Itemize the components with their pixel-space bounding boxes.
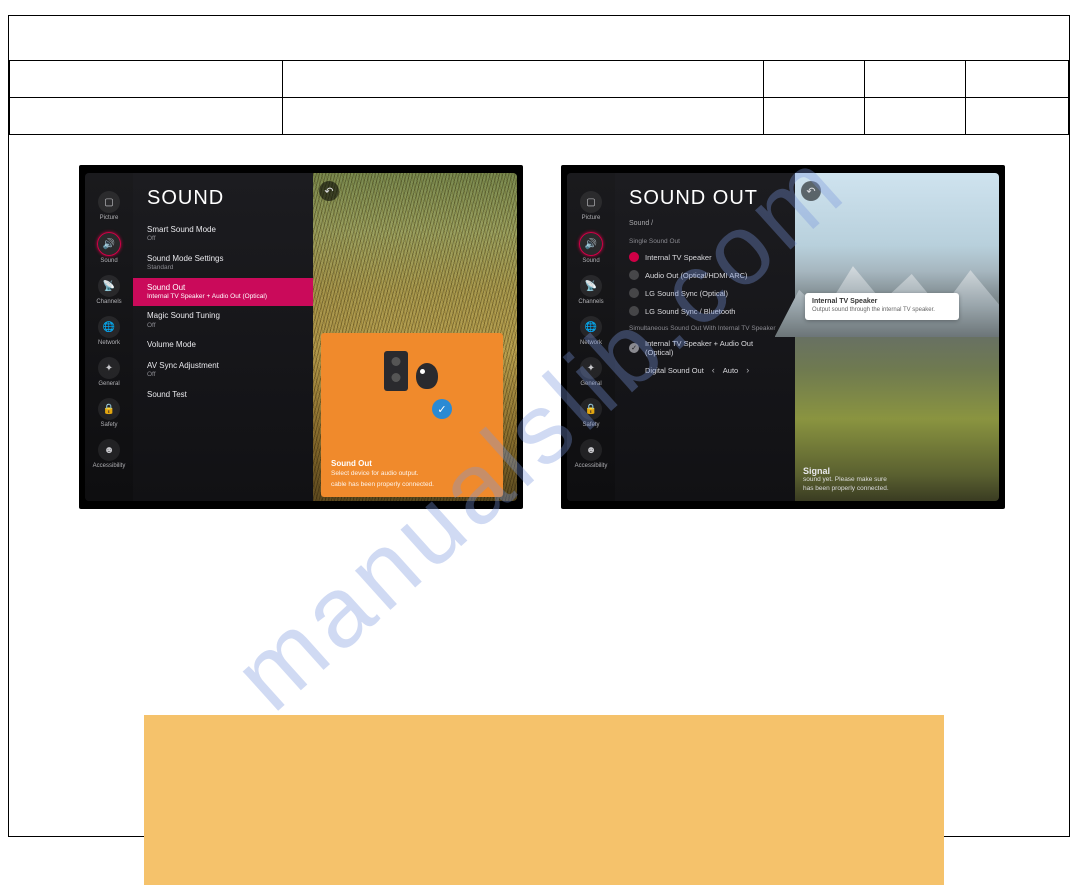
sidebar-item-general[interactable]: ✦General <box>580 357 602 387</box>
option-internal-speaker[interactable]: Internal TV Speaker <box>615 248 795 266</box>
accessibility-icon: ☻ <box>580 439 602 461</box>
section-header: Simultaneous Sound Out With Internal TV … <box>615 320 795 335</box>
screenshot-sound-out-menu: ▢Picture 🔊Sound 📡Channels 🌐Network ✦Gene… <box>561 165 1005 509</box>
menu-sound-test[interactable]: Sound Test <box>133 385 313 405</box>
sidebar-item-sound[interactable]: 🔊Sound <box>579 232 603 264</box>
section-header: Single Sound Out <box>615 233 795 248</box>
sound-menu: SOUND Smart Sound ModeOff Sound Mode Set… <box>133 173 313 501</box>
sidebar-item-safety[interactable]: 🔒Safety <box>98 398 120 428</box>
back-button[interactable]: ↶ <box>801 181 821 201</box>
option-lg-sound-sync-optical[interactable]: LG Sound Sync (Optical) <box>615 284 795 302</box>
sidebar-item-network[interactable]: 🌐Network <box>580 316 602 346</box>
radio-icon <box>629 306 639 316</box>
sidebar-item-picture[interactable]: ▢Picture <box>98 191 120 221</box>
network-icon: 🌐 <box>98 316 120 338</box>
sidebar-item-channels[interactable]: 📡Channels <box>578 275 603 305</box>
sidebar-item-accessibility[interactable]: ☻Accessibility <box>93 439 126 469</box>
radio-selected-icon <box>629 252 639 262</box>
tooltip-internal-speaker: Internal TV Speaker Output sound through… <box>805 293 959 320</box>
menu-sound-out[interactable]: Sound OutInternal TV Speaker + Audio Out… <box>133 278 313 307</box>
sidebar-item-accessibility[interactable]: ☻Accessibility <box>575 439 608 469</box>
sound-icon: 🔊 <box>97 232 121 256</box>
settings-sidebar: ▢Picture 🔊Sound 📡Channels 🌐Network ✦Gene… <box>85 173 133 501</box>
radio-icon <box>629 270 639 280</box>
page-title: SOUND OUT <box>615 183 795 220</box>
sidebar-item-network[interactable]: 🌐Network <box>98 316 120 346</box>
digital-sound-out-picker[interactable]: Digital Sound Out ‹ Auto › <box>615 361 795 379</box>
chevron-left-icon[interactable]: ‹ <box>712 365 715 375</box>
picture-icon: ▢ <box>580 191 602 213</box>
general-icon: ✦ <box>98 357 120 379</box>
page-frame: ▢Picture 🔊Sound 📡Channels 🌐Network ✦Gene… <box>8 15 1070 837</box>
screenshot-sound-menu: ▢Picture 🔊Sound 📡Channels 🌐Network ✦Gene… <box>79 165 523 509</box>
safety-icon: 🔒 <box>98 398 120 420</box>
option-internal-plus-optical[interactable]: ✓Internal TV Speaker + Audio Out (Optica… <box>615 335 795 361</box>
speaker-icon <box>384 351 408 391</box>
sidebar-item-sound[interactable]: 🔊Sound <box>97 232 121 264</box>
header-table <box>9 16 1069 135</box>
content-area: ▢Picture 🔊Sound 📡Channels 🌐Network ✦Gene… <box>9 135 1069 825</box>
sidebar-item-safety[interactable]: 🔒Safety <box>580 398 602 428</box>
option-lg-sound-sync-bluetooth[interactable]: LG Sound Sync / Bluetooth <box>615 302 795 320</box>
menu-magic-sound-tuning[interactable]: Magic Sound TuningOff <box>133 306 313 335</box>
general-icon: ✦ <box>580 357 602 379</box>
menu-smart-sound-mode[interactable]: Smart Sound ModeOff <box>133 220 313 249</box>
option-audio-out-optical[interactable]: Audio Out (Optical/HDMI ARC) <box>615 266 795 284</box>
back-button[interactable]: ↶ <box>319 181 339 201</box>
sidebar-item-picture[interactable]: ▢Picture <box>580 191 602 221</box>
sound-out-info-card: ✓ Sound Out Select device for audio outp… <box>321 333 503 497</box>
check-icon: ✓ <box>629 343 639 353</box>
safety-icon: 🔒 <box>580 398 602 420</box>
signal-overlay: Signal sound yet. Please make sure has b… <box>803 466 985 493</box>
sidebar-item-channels[interactable]: 📡Channels <box>96 275 121 305</box>
highlight-box <box>144 715 944 885</box>
settings-sidebar: ▢Picture 🔊Sound 📡Channels 🌐Network ✦Gene… <box>567 173 615 501</box>
accessibility-icon: ☻ <box>98 439 120 461</box>
preview-image: ↶ ✓ Sound Out Select device for audio ou… <box>313 173 517 501</box>
breadcrumb: Sound / <box>615 220 795 233</box>
menu-av-sync[interactable]: AV Sync AdjustmentOff <box>133 356 313 385</box>
check-icon: ✓ <box>432 399 452 419</box>
picture-icon: ▢ <box>98 191 120 213</box>
channels-icon: 📡 <box>98 275 120 297</box>
sound-icon: 🔊 <box>579 232 603 256</box>
menu-sound-mode-settings[interactable]: Sound Mode SettingsStandard <box>133 249 313 278</box>
radio-icon <box>629 288 639 298</box>
mascot-icon <box>416 363 438 389</box>
preview-image: ↶ Internal TV Speaker Output sound throu… <box>795 173 999 501</box>
menu-volume-mode[interactable]: Volume Mode <box>133 335 313 355</box>
channels-icon: 📡 <box>580 275 602 297</box>
network-icon: 🌐 <box>580 316 602 338</box>
chevron-right-icon[interactable]: › <box>746 365 749 375</box>
sound-out-menu: SOUND OUT Sound / Single Sound Out Inter… <box>615 173 795 501</box>
sidebar-item-general[interactable]: ✦General <box>98 357 120 387</box>
page-title: SOUND <box>133 183 313 220</box>
